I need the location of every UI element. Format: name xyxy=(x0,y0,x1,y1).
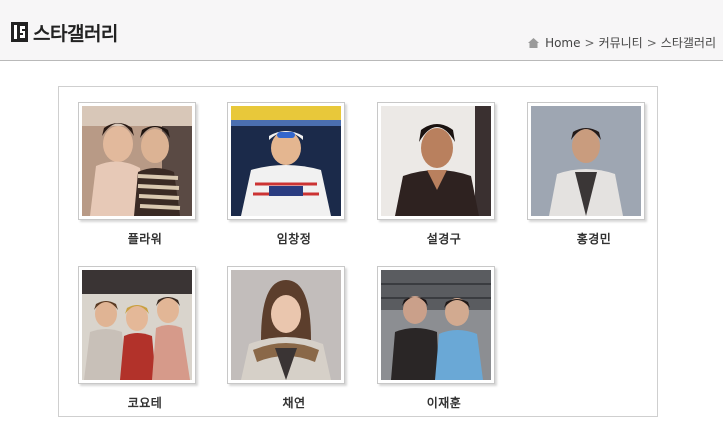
gallery-item[interactable]: 플라워 xyxy=(78,102,198,246)
header-bar: 스타갤러리 Home > 커뮤니티 > 스타갤러리 xyxy=(0,0,723,61)
thumbnail-frame[interactable] xyxy=(227,102,345,220)
gallery-item[interactable]: 코요테 xyxy=(78,266,198,410)
breadcrumb-community[interactable]: 커뮤니티 xyxy=(599,34,643,51)
gallery-item[interactable]: 설경구 xyxy=(377,102,497,246)
gallery-item[interactable]: 이재훈 xyxy=(377,266,497,410)
home-icon xyxy=(528,37,540,48)
gallery-panel: 플라워 임창정 설경구 홍경민 코요테 채연 이재훈 xyxy=(58,86,658,417)
thumbnail-image[interactable] xyxy=(82,270,192,380)
breadcrumb: Home > 커뮤니티 > 스타갤러리 xyxy=(528,34,716,51)
breadcrumb-home[interactable]: Home xyxy=(545,36,580,50)
thumbnail-frame[interactable] xyxy=(527,102,645,220)
thumbnail-frame[interactable] xyxy=(227,266,345,384)
thumbnail-image[interactable] xyxy=(531,106,641,216)
gallery-item[interactable]: 홍경민 xyxy=(527,102,647,246)
thumbnail-image[interactable] xyxy=(231,106,341,216)
breadcrumb-current: 스타갤러리 xyxy=(660,36,716,50)
thumbnail-frame[interactable] xyxy=(78,102,196,220)
thumbnail-image[interactable] xyxy=(381,106,491,216)
thumbnail-frame[interactable] xyxy=(377,266,495,384)
breadcrumb-separator: > xyxy=(584,35,595,50)
star-name[interactable]: 플라워 xyxy=(78,230,212,247)
star-name[interactable]: 이재훈 xyxy=(377,394,511,411)
star-name[interactable]: 채연 xyxy=(227,394,361,411)
star-name[interactable]: 코요테 xyxy=(78,394,212,411)
star-name[interactable]: 임창정 xyxy=(227,230,361,247)
thumbnail-image[interactable] xyxy=(381,270,491,380)
star-name[interactable]: 설경구 xyxy=(377,230,511,247)
thumbnail-frame[interactable] xyxy=(377,102,495,220)
thumbnail-image[interactable] xyxy=(231,270,341,380)
gallery-item[interactable]: 채연 xyxy=(227,266,347,410)
thumbnail-image[interactable] xyxy=(82,106,192,216)
thumbnail-frame[interactable] xyxy=(78,266,196,384)
page-title: 스타갤러리 xyxy=(33,23,118,45)
breadcrumb-separator: > xyxy=(646,35,657,50)
gallery-item[interactable]: 임창정 xyxy=(227,102,347,246)
site-logo xyxy=(11,22,28,42)
star-name[interactable]: 홍경민 xyxy=(527,230,661,247)
